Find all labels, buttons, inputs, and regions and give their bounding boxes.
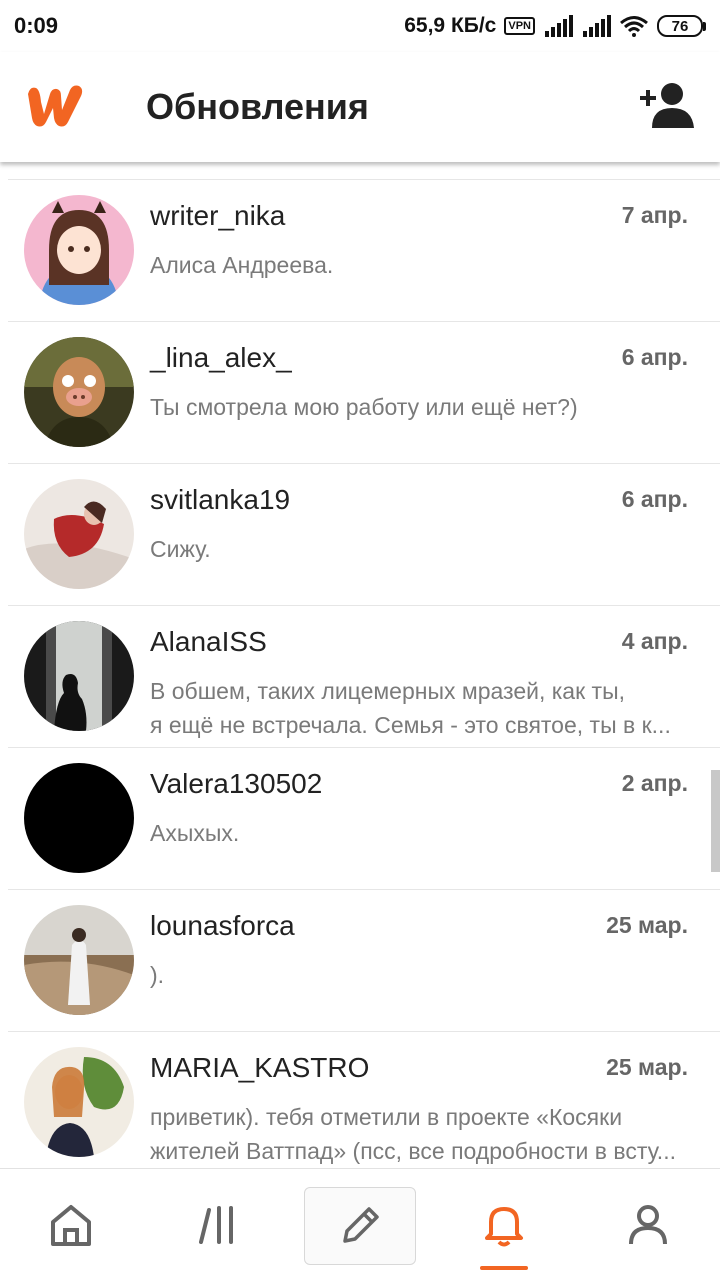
avatar[interactable] bbox=[24, 479, 134, 589]
username: Valera130502 bbox=[150, 768, 323, 799]
message-preview: Ты смотрела мою работу или ещё нет?) bbox=[150, 394, 578, 420]
write-pencil-icon bbox=[343, 1207, 379, 1243]
wifi-icon bbox=[620, 16, 648, 37]
battery-icon: 76 bbox=[657, 15, 706, 37]
avatar[interactable] bbox=[24, 195, 134, 305]
message-row[interactable]: AlanaISS 4 апр. В обшем, таких лицемерны… bbox=[0, 606, 720, 748]
message-date: 6 апр. bbox=[621, 486, 688, 512]
message-date: 7 апр. bbox=[621, 202, 688, 228]
message-preview: приветик). тебя отметили в проекте «Кося… bbox=[150, 1104, 623, 1130]
avatar[interactable] bbox=[24, 337, 134, 447]
username: AlanaISS bbox=[150, 626, 267, 657]
message-preview: Сижу. bbox=[150, 536, 211, 562]
username: svitlanka19 bbox=[150, 484, 291, 515]
library-icon bbox=[199, 1206, 233, 1244]
notifications-bell-icon bbox=[485, 1207, 523, 1247]
message-row[interactable]: svitlanka19 6 апр. Сижу. bbox=[0, 464, 720, 606]
message-preview: Алиса Андреева. bbox=[150, 252, 334, 278]
profile-icon bbox=[629, 1205, 667, 1245]
active-tab-indicator bbox=[480, 1266, 528, 1270]
home-icon bbox=[51, 1205, 91, 1246]
page-title: Обновления bbox=[146, 86, 369, 127]
username: MARIA_KASTRO bbox=[150, 1052, 370, 1083]
username: _lina_alex_ bbox=[150, 342, 292, 373]
signal-icon bbox=[545, 15, 573, 37]
message-list[interactable]: writer_nika 7 апр. Алиса Андреева. _lina… bbox=[0, 162, 720, 1168]
message-date: 25 мар. bbox=[606, 1054, 688, 1080]
nav-library[interactable] bbox=[163, 1169, 273, 1280]
message-row[interactable]: _lina_alex_ 6 апр. Ты смотрела мою работ… bbox=[0, 322, 720, 464]
nav-profile[interactable] bbox=[593, 1169, 703, 1280]
vpn-badge: VPN bbox=[504, 17, 535, 35]
wattpad-logo-icon[interactable] bbox=[24, 80, 88, 130]
message-preview-line2: жителей Ваттпад» (псс, все подробности в… bbox=[150, 1138, 676, 1164]
add-friend-icon[interactable] bbox=[638, 82, 696, 130]
message-row[interactable]: writer_nika 7 апр. Алиса Андреева. bbox=[0, 180, 720, 322]
avatar[interactable] bbox=[24, 621, 134, 731]
nav-write[interactable] bbox=[304, 1187, 416, 1265]
avatar[interactable] bbox=[24, 1047, 134, 1157]
message-date: 25 мар. bbox=[606, 912, 688, 938]
status-time: 0:09 bbox=[14, 13, 59, 38]
avatar[interactable] bbox=[24, 763, 134, 873]
battery-level: 76 bbox=[657, 15, 703, 37]
bottom-navigation bbox=[0, 1168, 720, 1280]
username: lounasforca bbox=[150, 910, 295, 941]
nav-home[interactable] bbox=[16, 1169, 126, 1280]
username: writer_nika bbox=[150, 200, 286, 231]
message-preview: ). bbox=[150, 962, 165, 988]
message-date: 4 апр. bbox=[621, 628, 688, 654]
message-preview: В обшем, таких лицемерных мразей, как ты… bbox=[150, 678, 626, 704]
message-row[interactable]: Valera130502 2 апр. Ахыхых. bbox=[0, 748, 720, 890]
message-preview: Ахыхых. bbox=[150, 820, 240, 846]
message-date: 6 апр. bbox=[621, 344, 688, 370]
network-speed: 65,9 КБ/с bbox=[404, 14, 497, 37]
signal-icon-2 bbox=[583, 15, 611, 37]
message-date: 2 апр. bbox=[621, 770, 688, 796]
status-indicators: 65,9 КБ/с VPN 76 bbox=[404, 14, 706, 38]
message-row[interactable]: MARIA_KASTRO 25 мар. приветик). тебя отм… bbox=[0, 1032, 720, 1168]
app-bar: Обновления bbox=[0, 52, 720, 162]
message-preview-line2: я ещё не встречала. Семья - это святое, … bbox=[150, 712, 671, 738]
message-row[interactable]: lounasforca 25 мар. ). bbox=[0, 890, 720, 1032]
scrollbar-thumb[interactable] bbox=[711, 770, 720, 872]
nav-notifications[interactable] bbox=[449, 1169, 559, 1280]
avatar[interactable] bbox=[24, 905, 134, 1015]
status-bar: 0:09 65,9 КБ/с VPN 76 bbox=[0, 0, 720, 52]
